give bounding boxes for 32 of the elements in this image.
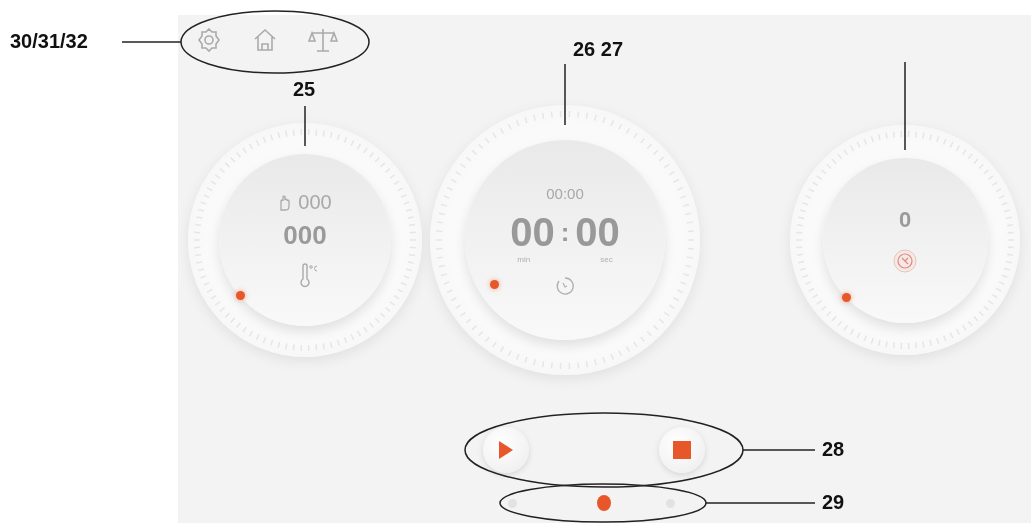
preset-time: 00:00 (546, 184, 584, 202)
leader-line (121, 41, 182, 43)
stop-icon (673, 441, 691, 459)
hand-icon (278, 193, 293, 212)
speed-value: 000 (298, 191, 332, 214)
leader-line (304, 105, 306, 147)
page-dot[interactable] (508, 498, 517, 508)
scale-icon[interactable] (308, 27, 338, 53)
minutes-value: 00 (510, 209, 555, 255)
play-button[interactable] (483, 427, 529, 473)
thermometer-icon (299, 263, 319, 289)
callout-label: 29 (822, 491, 845, 514)
weight-value: 0 (898, 207, 912, 233)
dial[interactable]: 0 (790, 125, 1020, 355)
page-dot[interactable] (597, 495, 611, 511)
indicator-dot (236, 291, 245, 300)
indicator-dot (842, 293, 851, 302)
dial[interactable]: 000 000 (188, 123, 422, 357)
leader-line (564, 63, 566, 126)
time-separator: : (560, 216, 570, 248)
settings-icon[interactable] (196, 27, 222, 53)
callout-label: 26 27 (573, 38, 624, 61)
play-icon (498, 440, 514, 460)
temperature-value: 000 (283, 220, 327, 251)
indicator-dot (490, 280, 499, 289)
stop-button[interactable] (659, 427, 705, 473)
home-icon[interactable] (252, 27, 278, 53)
callout-label: 25 (293, 78, 316, 101)
callout-label: 28 (822, 438, 845, 461)
timer-icon (555, 275, 575, 296)
callout-label: 30/31/32 (10, 30, 88, 53)
seconds-value: 00 (575, 209, 620, 255)
